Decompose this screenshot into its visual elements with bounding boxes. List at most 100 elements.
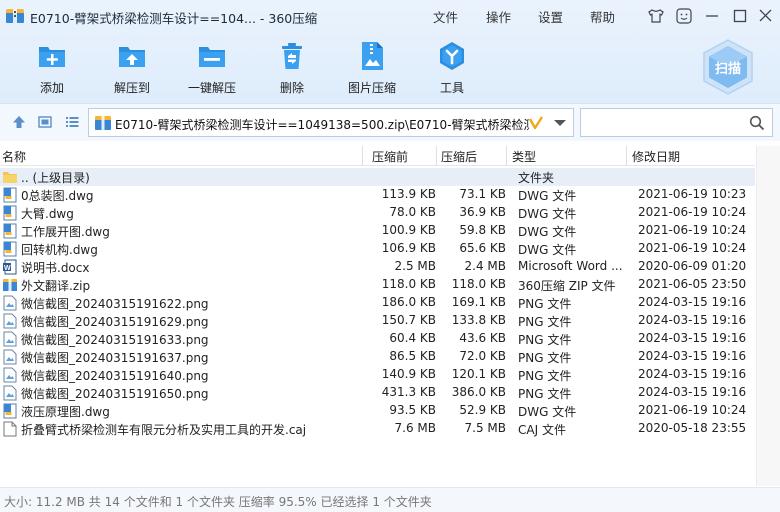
file-row[interactable]: 微信截图_20240315191622.png 186.0 KB 169.1 KB P… [0, 294, 755, 312]
column-type[interactable]: 类型 [512, 148, 536, 165]
feedback-button[interactable] [673, 6, 695, 26]
file-row[interactable]: W 说明书.docx 2.5 MB 2.4 MB Microsoft Word ... 2… [0, 258, 755, 276]
close-button[interactable] [755, 6, 777, 26]
one-click-extract-button[interactable]: 一键解压 [172, 38, 252, 98]
file-modified-date: 2024-03-15 19:16 [638, 349, 747, 363]
file-packed-size: 43.6 KB [459, 331, 506, 345]
file-name: .. (上级目录) [21, 171, 90, 185]
extract-to-icon [119, 47, 145, 67]
one-click-extract-icon [199, 47, 225, 67]
column-modified[interactable]: 修改日期 [632, 148, 680, 165]
column-divider[interactable] [506, 146, 507, 166]
file-packed-size: 118.0 KB [451, 277, 506, 291]
thumbnail-view-icon[interactable] [37, 114, 53, 130]
chevron-down-icon[interactable] [553, 119, 567, 127]
menu-settings[interactable]: 设置 [538, 7, 563, 26]
column-divider[interactable] [626, 146, 627, 166]
png-file-icon [3, 385, 17, 401]
file-name: 工作展开图.dwg [21, 225, 110, 239]
file-modified-date: 2021-06-05 23:50 [638, 277, 747, 291]
file-modified-date: 2021-06-19 10:24 [638, 205, 747, 219]
image-compress-button[interactable]: 图片压缩 [332, 38, 412, 98]
delete-icon [282, 43, 302, 69]
file-name: 微信截图_20240315191640.png [21, 369, 209, 383]
column-divider[interactable] [436, 146, 437, 166]
file-type: PNG 文件 [518, 333, 572, 347]
file-row[interactable]: 微信截图_20240315191650.png 431.3 KB 386.0 KB P… [0, 384, 755, 402]
png-file-icon [3, 331, 17, 347]
file-row[interactable]: 液压原理图.dwg 93.5 KB 52.9 KB DWG 文件 2021-06-19 … [0, 402, 755, 420]
file-packed-size: 59.8 KB [459, 223, 506, 237]
menu-operation[interactable]: 操作 [486, 7, 511, 26]
file-name: 说明书.docx [21, 261, 90, 275]
file-size: 7.6 MB [394, 421, 436, 435]
list-view-icon[interactable] [64, 114, 80, 130]
maximize-button[interactable] [729, 6, 751, 26]
file-type: Microsoft Word ... [518, 259, 623, 273]
add-icon [39, 47, 65, 67]
file-row[interactable]: 工作展开图.dwg 100.9 KB 59.8 KB DWG 文件 2021-06-19… [0, 222, 755, 240]
file-name: 回转机构.dwg [21, 243, 98, 257]
column-divider[interactable] [362, 146, 363, 166]
file-packed-size: 7.5 MB [464, 421, 506, 435]
file-name: 折叠臂式桥梁检测车有限元分析及实用工具的开发.caj [21, 423, 307, 437]
file-row[interactable]: 折叠臂式桥梁检测车有限元分析及实用工具的开发.caj 7.6 MB 7.5 MB CA… [0, 420, 755, 438]
file-size: 86.5 KB [389, 349, 436, 363]
file-size: 2.5 MB [394, 259, 436, 273]
file-name: 微信截图_20240315191637.png [21, 351, 209, 365]
file-type: PNG 文件 [518, 315, 572, 329]
file-type: DWG 文件 [518, 243, 577, 257]
file-row[interactable]: 回转机构.dwg 106.9 KB 65.6 KB DWG 文件 2021-06-19 … [0, 240, 755, 258]
column-name[interactable]: 名称 [2, 148, 26, 165]
file-modified-date: 2024-03-15 19:16 [638, 367, 747, 381]
scan-button[interactable]: 扫描 [700, 38, 756, 96]
tools-icon [440, 42, 464, 70]
file-row[interactable]: 外文翻译.zip 118.0 KB 118.0 KB 360压缩 ZIP 文件 2021… [0, 276, 755, 294]
file-size: 150.7 KB [381, 313, 436, 327]
file-row[interactable]: 微信截图_20240315191629.png 150.7 KB 133.8 KB P… [0, 312, 755, 330]
file-name: 微信截图_20240315191622.png [21, 297, 209, 311]
file-type: 360压缩 ZIP 文件 [518, 279, 616, 293]
file-size: 118.0 KB [381, 277, 436, 291]
close-icon [759, 9, 772, 22]
file-row[interactable]: 微信截图_20240315191637.png 86.5 KB 72.0 KB PNG… [0, 348, 755, 366]
file-row[interactable]: 大臂.dwg 78.0 KB 36.9 KB DWG 文件 2021-06-19 10:… [0, 204, 755, 222]
check-icon [528, 116, 544, 130]
skin-button[interactable] [645, 6, 667, 26]
tools-label: 工具 [439, 81, 464, 95]
file-modified-date: 2021-06-19 10:23 [638, 187, 747, 201]
add-button[interactable]: 添加 [12, 38, 92, 98]
file-row[interactable]: 0总装图.dwg 113.9 KB 73.1 KB DWG 文件 2021-06-19 … [0, 186, 755, 204]
file-packed-size: 52.9 KB [459, 403, 506, 417]
file-row[interactable]: .. (上级目录) 文件夹 [0, 168, 755, 186]
caj-file-icon [3, 421, 17, 437]
up-arrow-icon[interactable] [11, 114, 27, 130]
column-packed[interactable]: 压缩后 [441, 148, 477, 165]
scrollbar[interactable] [756, 146, 780, 486]
dwg-file-icon [3, 205, 17, 221]
file-row[interactable]: 微信截图_20240315191633.png 60.4 KB 43.6 KB PNG… [0, 330, 755, 348]
file-type: 文件夹 [518, 171, 555, 185]
tools-button[interactable]: 工具 [412, 38, 492, 98]
file-row[interactable]: 微信截图_20240315191640.png 140.9 KB 120.1 KB P… [0, 366, 755, 384]
file-type: DWG 文件 [518, 405, 577, 419]
svg-text:W: W [4, 265, 11, 272]
extract-to-button[interactable]: 解压到 [92, 38, 172, 98]
file-modified-date: 2024-03-15 19:16 [638, 313, 747, 327]
one-click-extract-label: 一键解压 [187, 81, 236, 95]
scan-label: 扫描 [714, 62, 741, 77]
extract-to-label: 解压到 [113, 81, 150, 95]
search-input[interactable] [580, 108, 773, 137]
file-modified-date: 2021-06-19 10:24 [638, 241, 747, 255]
delete-button[interactable]: 删除 [252, 38, 332, 98]
menu-file[interactable]: 文件 [433, 7, 458, 26]
search-icon[interactable] [749, 115, 765, 131]
file-modified-date: 2020-06-09 01:20 [638, 259, 747, 273]
column-size[interactable]: 压缩前 [372, 148, 408, 165]
minimize-button[interactable] [701, 6, 723, 26]
path-bar[interactable]: E0710-臂架式桥梁检测车设计==1049138=500.zip\E0710-… [88, 108, 574, 137]
menu-help[interactable]: 帮助 [590, 7, 615, 26]
file-type: DWG 文件 [518, 225, 577, 239]
file-modified-date: 2021-06-19 10:24 [638, 223, 747, 237]
navigation-bar: E0710-臂架式桥梁检测车设计==1049138=500.zip\E0710-… [0, 103, 780, 141]
